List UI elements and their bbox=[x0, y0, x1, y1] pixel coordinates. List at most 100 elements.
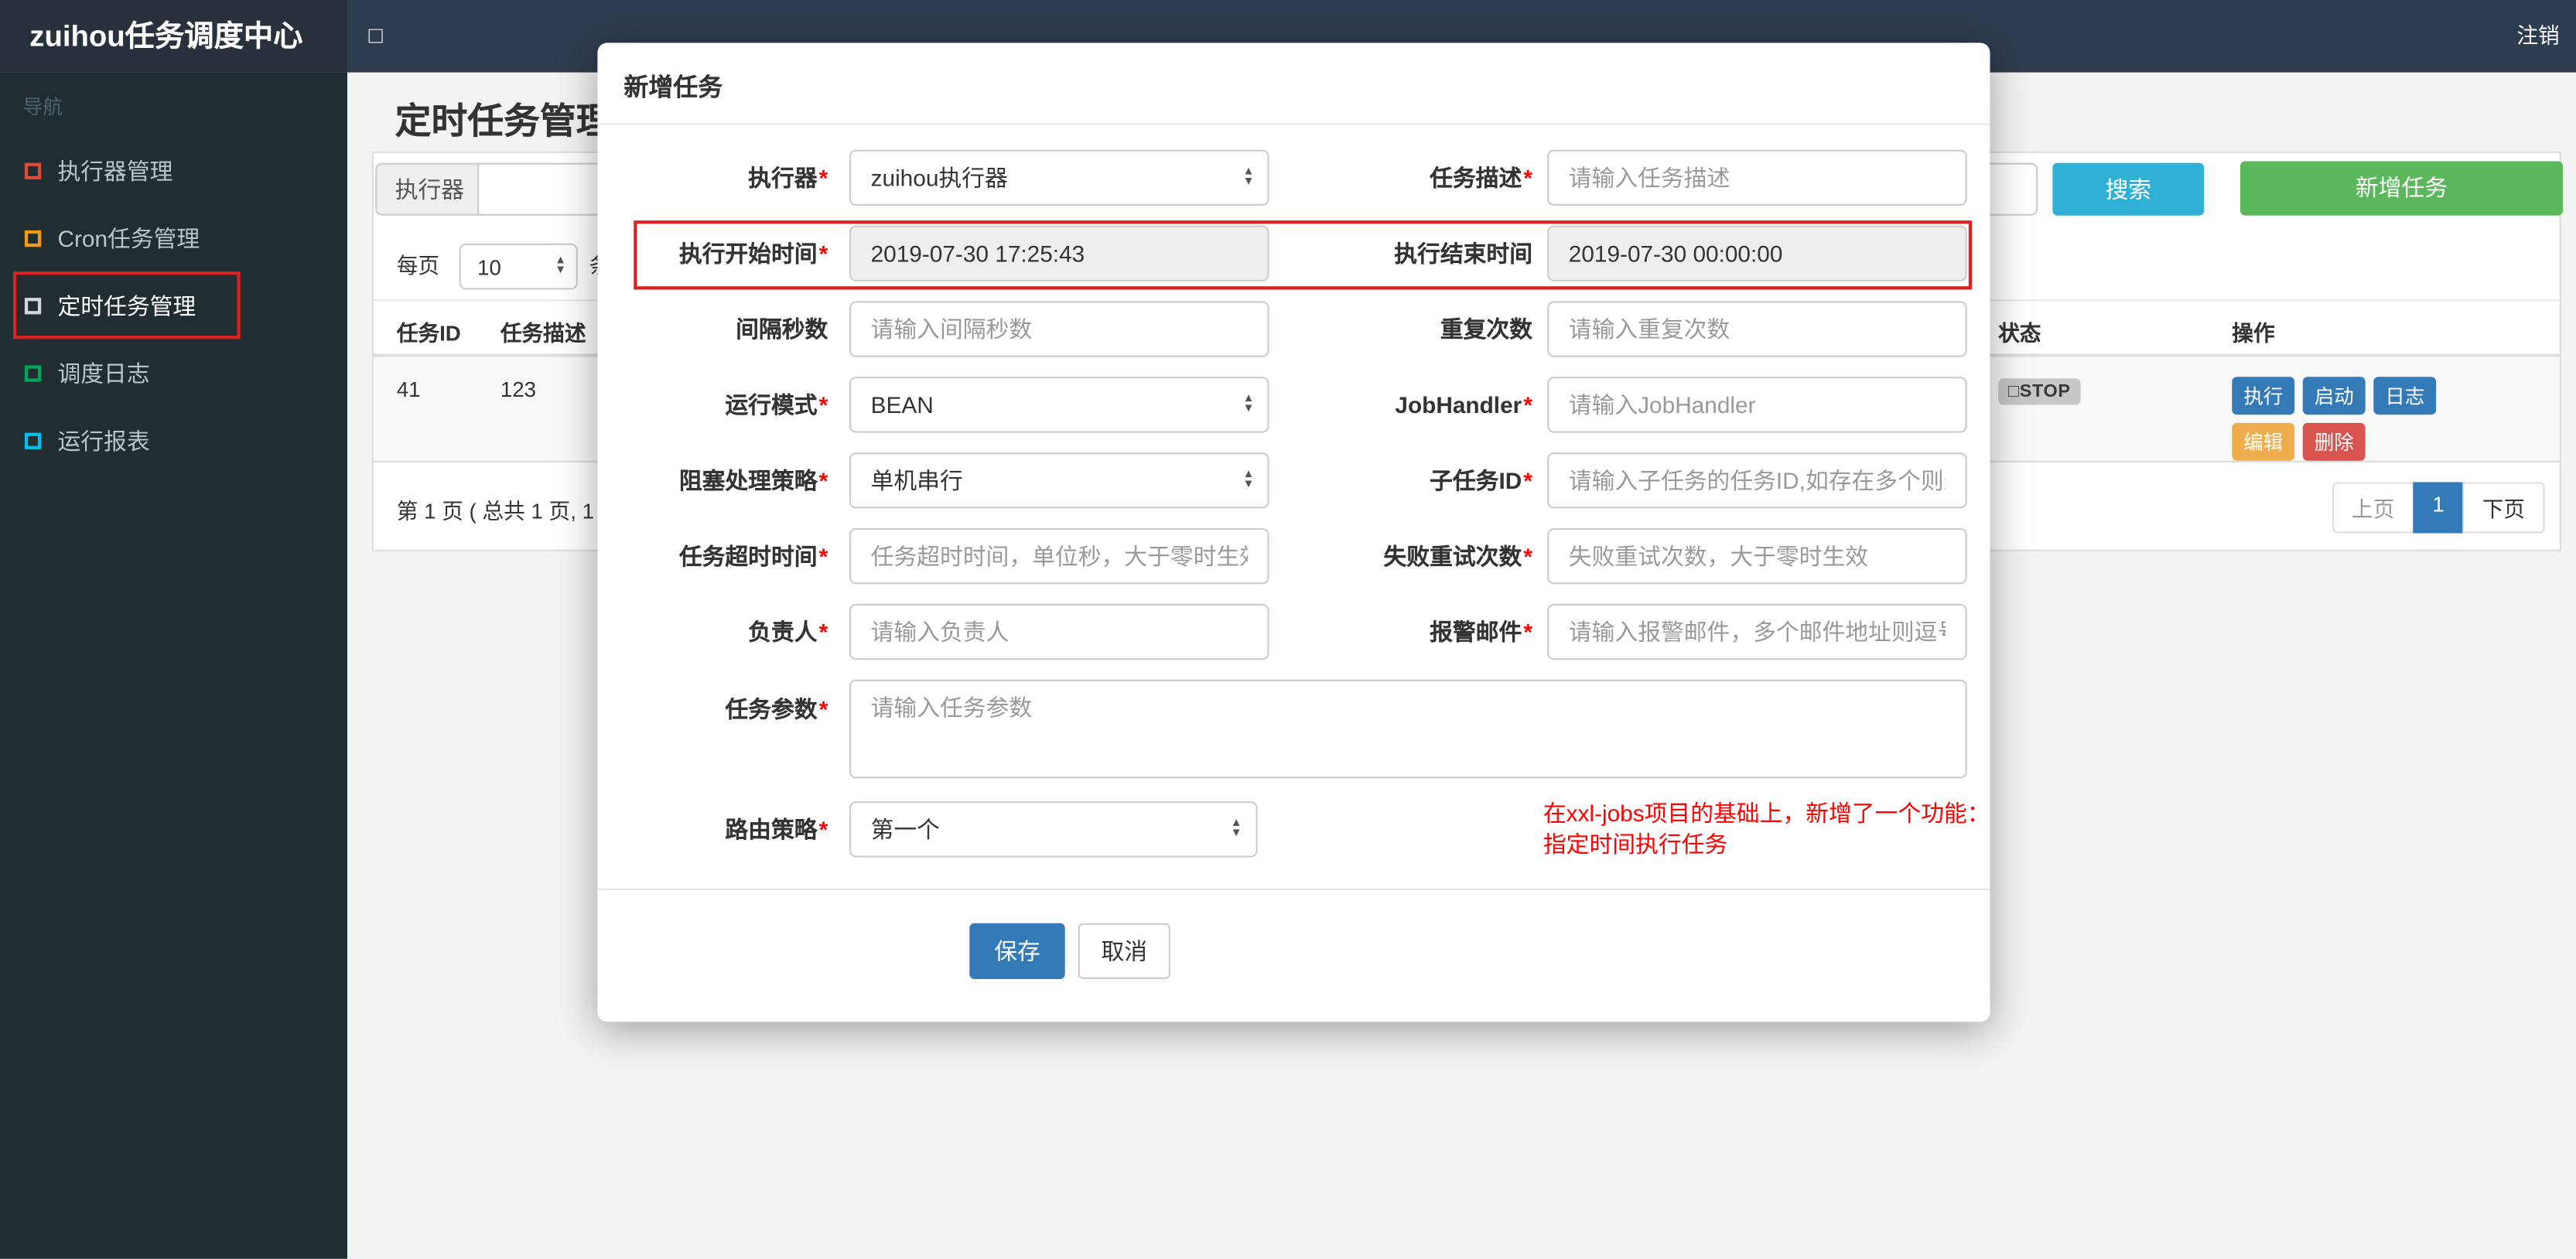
sidebar-item-label: 运行报表 bbox=[57, 427, 150, 454]
glue-type-select[interactable]: BEAN bbox=[849, 377, 1269, 433]
pagination-current-page[interactable]: 1 bbox=[2412, 482, 2465, 534]
required-asterisk: * bbox=[1523, 467, 1532, 494]
col-header-ops: 操作 bbox=[2232, 320, 2275, 346]
interval-input[interactable] bbox=[849, 301, 1269, 357]
sidebar-item-label: Cron任务管理 bbox=[57, 224, 200, 251]
start-time-input[interactable] bbox=[849, 225, 1269, 281]
select-arrows-icon bbox=[1243, 168, 1255, 188]
executor-select[interactable]: zuihou执行器 bbox=[849, 149, 1269, 206]
app-brand: zuihou任务调度中心 bbox=[0, 0, 347, 73]
timeout-input[interactable] bbox=[849, 528, 1269, 585]
alarm-email-label: 报警邮件 * bbox=[1430, 619, 1532, 646]
executor-label: 执行器 * bbox=[748, 164, 828, 191]
required-asterisk: * bbox=[1523, 543, 1532, 570]
required-asterisk: * bbox=[818, 696, 828, 723]
sidebar-item-run-report[interactable]: 运行报表 bbox=[0, 407, 347, 474]
search-button[interactable]: 搜索 bbox=[2052, 162, 2205, 216]
modal-title: 新增任务 bbox=[624, 73, 723, 102]
sidebar-section-label: 导航 bbox=[22, 95, 63, 119]
sidebar-item-label: 执行器管理 bbox=[57, 157, 173, 184]
executor-select-value: zuihou执行器 bbox=[870, 164, 1008, 191]
start-time-label: 执行开始时间 * bbox=[678, 240, 828, 267]
route-strategy-select-value: 第一个 bbox=[870, 816, 940, 843]
alarm-email-input[interactable] bbox=[1547, 603, 1967, 660]
sidebar: 导航 执行器管理 Cron任务管理 定时任务管理 调度日志 运行报表 bbox=[0, 72, 347, 1259]
modal-footer: 保存 取消 bbox=[597, 923, 1990, 980]
cell-status: □STOP bbox=[1998, 357, 2232, 405]
cell-ops: 执行 启动 日志 编辑 删除 bbox=[2232, 357, 2553, 469]
required-asterisk: * bbox=[818, 619, 828, 646]
owner-input[interactable] bbox=[849, 603, 1269, 660]
save-button[interactable]: 保存 bbox=[969, 923, 1065, 980]
route-strategy-select[interactable]: 第一个 bbox=[849, 801, 1257, 858]
cell-task-id: 41 bbox=[396, 377, 421, 402]
owner-label: 负责人 * bbox=[748, 619, 828, 646]
required-asterisk: * bbox=[1523, 164, 1532, 191]
start-button[interactable]: 启动 bbox=[2302, 377, 2366, 415]
required-asterisk: * bbox=[818, 543, 828, 570]
menu-square-icon bbox=[24, 229, 42, 247]
feature-note-line2: 指定时间执行任务 bbox=[1543, 831, 1728, 858]
feature-note-line1: 在xxl-jobs项目的基础上，新增了一个功能： bbox=[1543, 800, 1990, 827]
select-arrows-icon bbox=[1243, 471, 1255, 491]
glue-type-label: 运行模式 * bbox=[725, 391, 828, 418]
fail-retry-label: 失败重试次数 * bbox=[1383, 543, 1532, 570]
col-header-status: 状态 bbox=[1998, 320, 2041, 346]
menu-square-icon bbox=[24, 297, 42, 314]
block-strategy-select[interactable]: 单机串行 bbox=[849, 452, 1269, 509]
required-asterisk: * bbox=[818, 467, 828, 494]
timeout-label: 任务超时时间 * bbox=[678, 543, 828, 570]
repeat-input[interactable] bbox=[1547, 301, 1967, 357]
status-badge: □STOP bbox=[1998, 378, 2081, 405]
route-strategy-label: 路由策略 * bbox=[725, 816, 828, 843]
delete-button[interactable]: 删除 bbox=[2302, 422, 2366, 461]
cancel-button[interactable]: 取消 bbox=[1078, 923, 1170, 980]
required-asterisk: * bbox=[1523, 391, 1532, 418]
required-asterisk: * bbox=[818, 391, 828, 418]
job-handler-input[interactable] bbox=[1547, 377, 1967, 433]
block-strategy-select-value: 单机串行 bbox=[870, 467, 963, 494]
required-asterisk: * bbox=[818, 164, 828, 191]
log-button[interactable]: 日志 bbox=[2373, 377, 2437, 415]
col-header-task-id: 任务ID bbox=[396, 320, 461, 346]
end-time-input[interactable] bbox=[1547, 225, 1967, 281]
menu-square-icon bbox=[24, 432, 42, 449]
child-job-input[interactable] bbox=[1547, 452, 1967, 509]
sidebar-item-timed-task[interactable]: 定时任务管理 bbox=[0, 271, 347, 339]
status-square-icon: □ bbox=[2007, 381, 2020, 402]
select-arrows-icon bbox=[1243, 395, 1255, 415]
job-param-label: 任务参数 * bbox=[725, 696, 828, 723]
sidebar-item-label: 调度日志 bbox=[57, 359, 150, 386]
status-badge-label: STOP bbox=[2019, 381, 2071, 402]
add-task-button[interactable]: 新增任务 bbox=[2239, 161, 2563, 216]
menu-square-icon bbox=[24, 364, 42, 381]
modal-header: 新增任务 bbox=[597, 43, 1990, 125]
add-task-modal: 新增任务 执行器* zuihou执行器 任务描述* 执行开始时间* 执行结束时间… bbox=[597, 43, 1990, 1022]
sidebar-toggle-icon[interactable]: □ bbox=[369, 0, 383, 73]
modal-divider bbox=[597, 889, 1990, 891]
fail-retry-input[interactable] bbox=[1547, 528, 1967, 585]
block-strategy-label: 阻塞处理策略 * bbox=[678, 467, 828, 494]
perpage-prefix-label: 每页 bbox=[396, 253, 440, 278]
feature-note: 在xxl-jobs项目的基础上，新增了一个功能： 指定时间执行任务 bbox=[1543, 798, 1990, 861]
edit-button[interactable]: 编辑 bbox=[2232, 422, 2295, 461]
job-desc-input[interactable] bbox=[1547, 149, 1967, 206]
pagination-next[interactable]: 下页 bbox=[2462, 482, 2545, 534]
glue-type-select-value: BEAN bbox=[870, 391, 934, 418]
sidebar-item-cron-task[interactable]: Cron任务管理 bbox=[0, 204, 347, 271]
sidebar-item-dispatch-log[interactable]: 调度日志 bbox=[0, 339, 347, 406]
page-title: 定时任务管理 bbox=[395, 100, 613, 142]
job-param-textarea[interactable] bbox=[849, 679, 1967, 779]
run-button[interactable]: 执行 bbox=[2232, 377, 2295, 415]
required-asterisk: * bbox=[818, 816, 828, 843]
job-handler-label: JobHandler * bbox=[1395, 391, 1532, 418]
interval-label: 间隔秒数 bbox=[736, 316, 828, 343]
required-asterisk: * bbox=[818, 240, 828, 267]
sidebar-item-executor-manage[interactable]: 执行器管理 bbox=[0, 137, 347, 204]
end-time-label: 执行结束时间 bbox=[1394, 240, 1532, 267]
select-arrows-icon bbox=[1231, 820, 1242, 840]
perpage-select[interactable]: 10 bbox=[459, 243, 578, 290]
logout-link[interactable]: 注销 bbox=[2516, 0, 2559, 73]
pagination-prev[interactable]: 上页 bbox=[2332, 482, 2414, 534]
app-window: zuihou任务调度中心 □ 注销 导航 执行器管理 Cron任务管理 定时任务… bbox=[0, 0, 2576, 1259]
